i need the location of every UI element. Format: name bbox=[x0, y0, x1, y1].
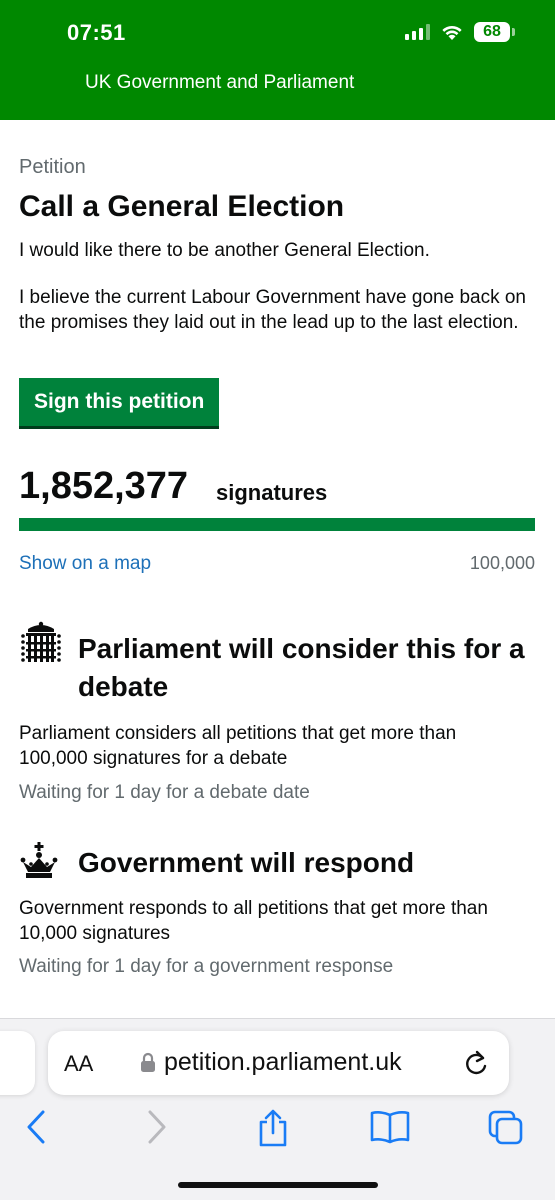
show-on-map-link[interactable]: Show on a map bbox=[19, 553, 151, 575]
debate-text: Parliament considers all petitions that … bbox=[19, 723, 457, 769]
petition-summary: I would like there to be another General… bbox=[19, 240, 430, 261]
debate-status: Waiting for 1 day for a debate date bbox=[19, 782, 310, 803]
response-status: Waiting for 1 day for a government respo… bbox=[19, 956, 394, 977]
address-bar[interactable]: AA petition.parliament.uk bbox=[48, 1031, 509, 1095]
lock-icon bbox=[141, 1052, 155, 1072]
signature-progress-fill bbox=[19, 518, 535, 531]
battery-level: 68 bbox=[474, 22, 510, 42]
response-text: Government responds to all petitions tha… bbox=[19, 898, 488, 944]
status-icons: 68 bbox=[405, 22, 515, 42]
sign-petition-button[interactable]: Sign this petition bbox=[19, 378, 220, 426]
petition-details: I believe the current Labour Government … bbox=[19, 287, 526, 333]
petition-title: Call a General Election bbox=[19, 190, 345, 223]
battery-icon: 68 bbox=[474, 22, 515, 42]
signal-icon bbox=[405, 24, 430, 40]
status-time: 07:51 bbox=[67, 20, 126, 45]
signature-count: 1,852,377 bbox=[19, 465, 189, 507]
tabs-icon[interactable] bbox=[487, 1109, 525, 1147]
bookmarks-icon[interactable] bbox=[369, 1109, 411, 1145]
share-icon[interactable] bbox=[256, 1109, 290, 1147]
crown-icon bbox=[20, 842, 58, 878]
portcullis-icon bbox=[21, 621, 61, 662]
site-header: 07:51 68 UK Government and Parliament bbox=[0, 0, 555, 120]
debate-heading: Parliament will consider this for a deba… bbox=[78, 633, 525, 702]
text-size-label: AA bbox=[64, 1051, 94, 1076]
forward-icon[interactable] bbox=[145, 1109, 169, 1145]
previous-tab-preview[interactable] bbox=[0, 1031, 35, 1095]
url-text[interactable]: petition.parliament.uk bbox=[164, 1048, 402, 1077]
browser-toolbar: AA petition.parliament.uk bbox=[0, 1018, 555, 1200]
petition-label: Petition bbox=[19, 156, 86, 178]
reload-icon[interactable] bbox=[463, 1049, 489, 1077]
home-indicator bbox=[178, 1182, 378, 1188]
site-title[interactable]: UK Government and Parliament bbox=[85, 72, 354, 94]
progress-threshold: 100,000 bbox=[469, 553, 535, 573]
signature-progress-bar bbox=[19, 518, 535, 531]
signature-label: signatures bbox=[216, 480, 328, 505]
response-heading: Government will respond bbox=[78, 847, 415, 878]
back-icon[interactable] bbox=[24, 1109, 48, 1145]
wifi-icon bbox=[442, 25, 462, 40]
text-size-button[interactable]: AA bbox=[64, 1051, 93, 1077]
